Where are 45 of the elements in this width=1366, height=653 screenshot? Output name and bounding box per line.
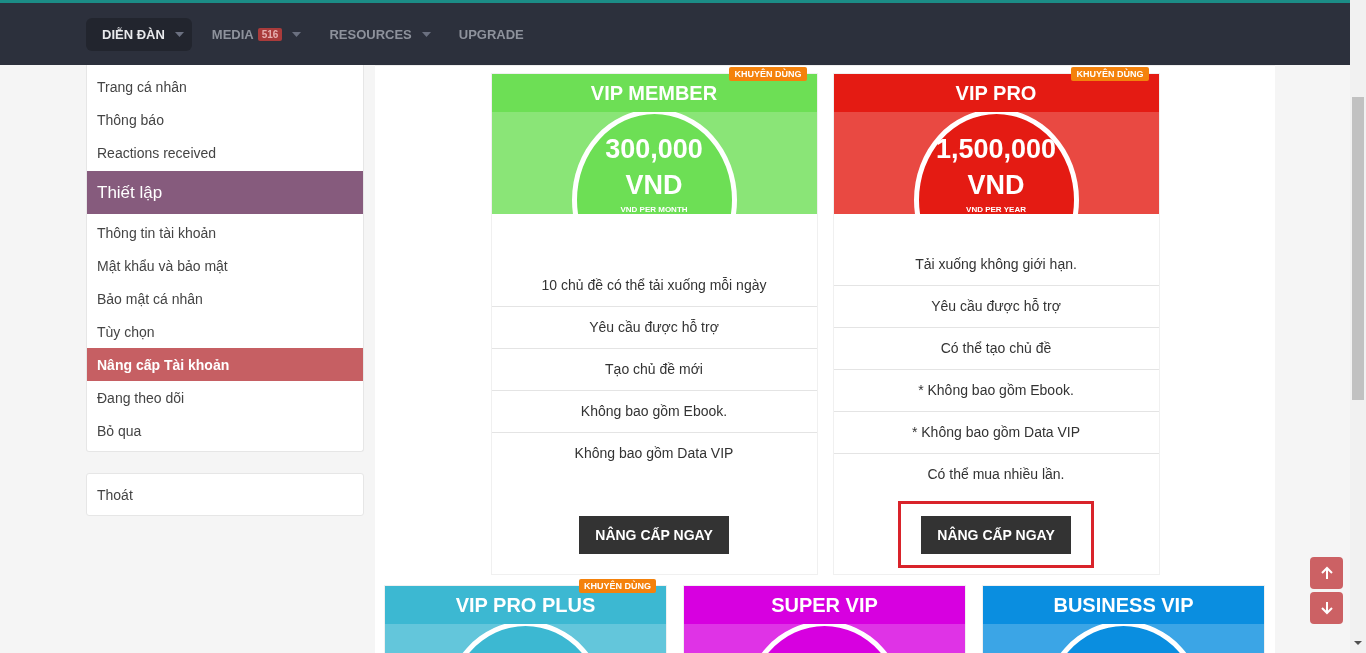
- sidebar-item[interactable]: Tùy chọn: [87, 315, 363, 348]
- sidebar-item[interactable]: Thoát: [87, 478, 363, 511]
- plan-feature: Yêu cầu được hỗ trợ: [833, 284, 1159, 327]
- sidebar-item[interactable]: Bảo mật cá nhân: [87, 282, 363, 315]
- scroll-bottom-button[interactable]: [1310, 592, 1343, 624]
- nav-tab[interactable]: MEDIA 516: [195, 17, 310, 51]
- plan-feature: Không bao gồm Ebook.: [491, 389, 817, 432]
- nav-tab[interactable]: DIỄN ĐÀN: [86, 17, 192, 51]
- arrow-down-icon: [1319, 601, 1334, 615]
- plan-feature: * Không bao gồm Ebook.: [833, 368, 1159, 411]
- arrow-up-icon: [1319, 566, 1334, 580]
- sidebar-item[interactable]: Bỏ qua: [87, 414, 363, 447]
- plan-feature: 10 chủ đề có thể tải xuống mỗi ngày: [540, 276, 768, 295]
- sidebar-item[interactable]: Thông báo: [87, 103, 363, 136]
- plan-currency: VND: [625, 169, 683, 202]
- plan-feature: Có thể mua nhiều lần.: [833, 452, 1159, 495]
- upgrade-button[interactable]: NÂNG CẤP NGAY: [921, 515, 1071, 554]
- plan-title: SUPER VIP: [684, 586, 965, 624]
- scroll-down-icon[interactable]: [1354, 641, 1362, 645]
- scrollbar[interactable]: [1350, 0, 1366, 653]
- plan-feature: Tạo chủ đề mới: [491, 347, 817, 390]
- nav-tab[interactable]: UPGRADE: [442, 17, 532, 51]
- sidebar-item[interactable]: Mật khẩu và bảo mật: [87, 249, 363, 282]
- plan-feature: Tải xuống không giới hạn.: [914, 255, 1078, 274]
- plan-period: VND PER MONTH: [620, 205, 688, 214]
- plan-currency: VND: [967, 169, 1025, 202]
- plan-feature: Có thể tạo chủ đề: [833, 326, 1159, 369]
- plan-feature: Yêu cầu được hỗ trợ: [491, 305, 817, 348]
- upgrade-button[interactable]: NÂNG CẤP NGAY: [579, 515, 729, 554]
- plan-feature: * Không bao gồm Data VIP: [833, 410, 1159, 453]
- plan-title: BUSINESS VIP: [983, 586, 1264, 624]
- sidebar-item[interactable]: Đang theo dõi: [87, 381, 363, 414]
- plan-price: 300,000: [605, 133, 703, 166]
- sidebar-item[interactable]: Nâng cấp Tài khoản: [87, 348, 363, 381]
- sidebar-heading: Thiết lập: [87, 171, 363, 214]
- sidebar-item[interactable]: Thông tin tài khoản: [87, 216, 363, 249]
- scroll-top-button[interactable]: [1310, 557, 1343, 589]
- plan-period: VND PER YEAR: [966, 205, 1026, 214]
- scrollbar-thumb[interactable]: [1352, 97, 1364, 400]
- plan-price: 1,500,000: [935, 133, 1057, 166]
- plan-feature: Không bao gồm Data VIP: [491, 431, 817, 474]
- sidebar-item[interactable]: Trang cá nhân: [87, 70, 363, 103]
- count-badge: 516: [257, 27, 283, 41]
- nav-tab[interactable]: RESOURCES: [313, 17, 439, 51]
- sidebar-item[interactable]: Reactions received: [87, 136, 363, 169]
